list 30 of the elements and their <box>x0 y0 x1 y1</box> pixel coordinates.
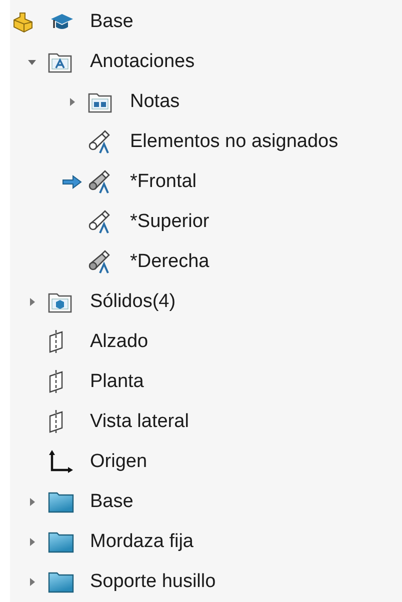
folder-icon <box>48 531 74 553</box>
expand-triangle[interactable] <box>67 97 77 107</box>
origin-icon <box>48 450 74 474</box>
tree-item-label[interactable]: Origen <box>90 450 148 474</box>
folder-icon <box>48 571 74 593</box>
tree-item-label[interactable]: *Superior <box>130 210 210 234</box>
tree-item-label[interactable]: Soporte husillo <box>90 570 216 594</box>
tree-item-label[interactable]: Base <box>90 10 134 34</box>
tree-item-label[interactable]: *Derecha <box>130 250 210 274</box>
tree-item-label[interactable]: Mordaza fija <box>90 530 194 554</box>
expand-triangle[interactable] <box>27 57 37 67</box>
expand-triangle[interactable] <box>27 537 37 547</box>
solids-folder-icon <box>48 291 72 313</box>
tree-item-label[interactable]: Vista lateral <box>90 410 189 434</box>
tree-item-label[interactable]: Anotaciones <box>90 50 195 74</box>
annotations-folder-icon <box>48 51 72 73</box>
graduation-cap-icon <box>50 12 74 32</box>
expand-triangle[interactable] <box>27 497 37 507</box>
expand-triangle[interactable] <box>27 577 37 587</box>
tree-item-label[interactable]: Notas <box>130 90 180 114</box>
folder-icon <box>48 491 74 513</box>
expand-triangle[interactable] <box>27 297 37 307</box>
tree-item-label[interactable]: Planta <box>90 370 144 394</box>
tree-item-label[interactable]: Alzado <box>90 330 148 354</box>
tree-item-label[interactable]: *Frontal <box>130 170 197 194</box>
notes-folder-icon <box>88 91 112 113</box>
tree-item-label[interactable]: Sólidos(4) <box>90 290 176 314</box>
part-icon <box>12 11 34 33</box>
tree-item-label[interactable]: Elementos no asignados <box>130 130 338 154</box>
tree-item-label[interactable]: Base <box>90 490 134 514</box>
